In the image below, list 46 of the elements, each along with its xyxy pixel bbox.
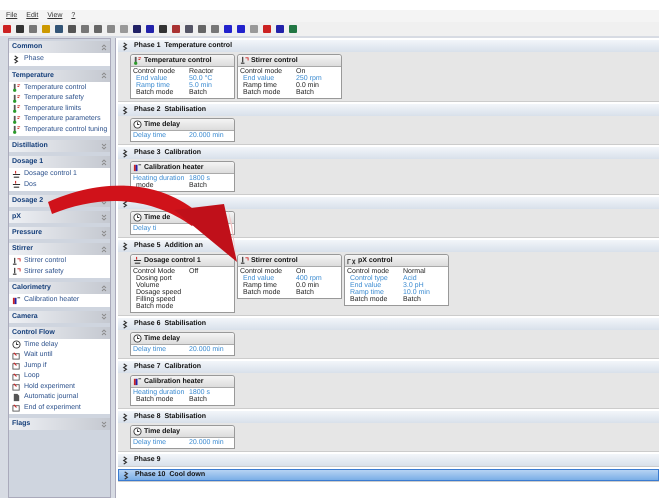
dosing-icon: [133, 256, 142, 265]
collapse-icon[interactable]: [101, 72, 107, 79]
phase-icon: [121, 148, 130, 158]
dosing-icon: [12, 170, 21, 179]
phase-icon: [121, 412, 130, 422]
phase-icon: [121, 42, 130, 50]
px-icon: [347, 256, 356, 265]
stirrer-icon: [12, 267, 21, 276]
thermometer-icon: [12, 114, 21, 124]
collapse-icon[interactable]: [101, 44, 107, 50]
phase-icon: [12, 54, 21, 64]
stirrer-icon: [240, 56, 249, 65]
clock-icon: [133, 213, 142, 222]
expand-icon[interactable]: [101, 420, 107, 428]
stirrer-icon: [240, 256, 249, 265]
expand-icon[interactable]: [101, 230, 107, 236]
thermometer-icon: [12, 125, 21, 134]
clock-icon: [133, 427, 142, 436]
dosing-icon: [12, 180, 21, 190]
thermometer-icon: [133, 56, 142, 65]
phase-icon: [121, 106, 130, 114]
phase-icon: [121, 362, 130, 372]
flow-icon: [12, 361, 21, 370]
clock-icon: [133, 120, 142, 129]
collapse-icon[interactable]: [101, 246, 107, 252]
heater-icon: [133, 377, 142, 386]
expand-icon[interactable]: [101, 214, 107, 220]
clock-icon: [133, 334, 142, 343]
heater-icon: [133, 163, 142, 172]
thermometer-icon: [12, 104, 21, 114]
document-icon: [12, 392, 21, 402]
thermometer-icon: [12, 94, 21, 103]
collapse-icon[interactable]: [101, 158, 107, 166]
expand-icon[interactable]: [101, 142, 107, 150]
phase-icon: [121, 320, 130, 328]
collapse-icon[interactable]: [101, 329, 107, 336]
flow-icon: [12, 372, 21, 381]
flow-icon: [12, 382, 21, 392]
thermometer-icon: [12, 83, 21, 92]
heater-icon: [12, 296, 21, 305]
flow-icon: [12, 350, 21, 360]
phase-icon: [121, 242, 130, 250]
stirrer-icon: [12, 256, 21, 266]
collapse-icon[interactable]: [101, 284, 107, 292]
expand-icon[interactable]: [101, 313, 107, 320]
phase-icon: [121, 198, 130, 208]
